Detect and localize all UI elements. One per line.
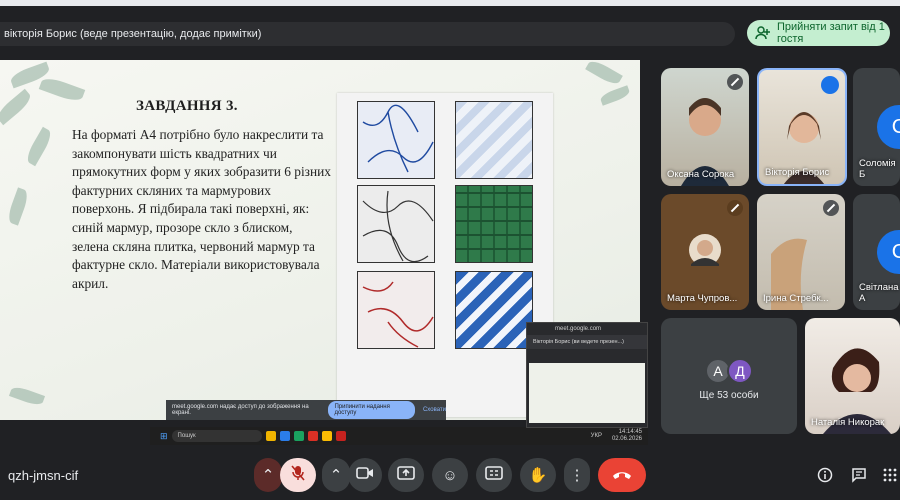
meeting-code-text: qzh-jmsn-cif: [8, 468, 79, 483]
striped-glass-tile: [455, 271, 533, 349]
edge-icon[interactable]: [279, 431, 290, 441]
mini-window-preview: [529, 363, 645, 423]
mini-window-url: meet.google.com: [555, 326, 602, 332]
meeting-code[interactable]: qzh-jmsn-cif: [8, 468, 78, 483]
blue-marble-tile: [357, 101, 435, 179]
chrome-icon[interactable]: [321, 431, 332, 441]
chat-icon[interactable]: [850, 466, 868, 484]
app-icon[interactable]: [307, 431, 318, 441]
leave-call-button[interactable]: [598, 458, 646, 492]
share-banner-text: meet.google.com надає доступ до зображен…: [172, 404, 309, 416]
participant-name: Наталія Никорак: [811, 417, 885, 428]
mini-window-presenter: Вікторія Борис (ви ведете презен...): [527, 335, 647, 349]
participant-avatar: С: [877, 105, 900, 149]
end-call-icon: [612, 467, 632, 484]
participant-name: Ірина Стребк...: [763, 293, 829, 304]
microphone-toggle-button[interactable]: [280, 458, 316, 492]
taskbar-search-label: Пошук: [177, 433, 196, 439]
hide-banner-button[interactable]: Сховати: [423, 407, 446, 413]
participant-name: Світлана А: [859, 282, 899, 304]
participant-tile[interactable]: Наталія Никорак: [805, 318, 900, 434]
taskbar-search[interactable]: Пошук: [171, 430, 262, 442]
present-screen-button[interactable]: [388, 458, 424, 492]
shared-screen: ЗАВДАННЯ 3. На форматі А4 потрібно було …: [0, 60, 648, 448]
captions-icon: [485, 466, 503, 484]
more-participants-tile[interactable]: А Д Ще 53 особи: [661, 318, 797, 434]
screen-share-banner: meet.google.com надає доступ до зображен…: [166, 400, 446, 420]
slide-title: ЗАВДАННЯ 3.: [136, 98, 238, 114]
leaf-decoration: [8, 384, 46, 408]
participant-name: Оксана Сорока: [667, 169, 735, 180]
meeting-details-icon[interactable]: [816, 466, 834, 484]
raise-hand-button[interactable]: ✋: [520, 458, 556, 492]
hand-icon: ✋: [528, 467, 548, 484]
participant-tile[interactable]: С Світлана А: [853, 194, 900, 310]
green-glass-tile: [455, 185, 533, 263]
artwork-photo: [337, 93, 553, 417]
chevron-up-icon: ⌃: [261, 467, 275, 484]
mic-off-icon: [290, 464, 306, 486]
participant-name: Марта Чупров...: [667, 293, 738, 304]
language-indicator[interactable]: УКР: [591, 433, 602, 439]
camera-icon: [356, 466, 374, 484]
leaf-decoration: [585, 60, 623, 88]
reactions-button[interactable]: ☺: [432, 458, 468, 492]
chevron-up-icon: ⌃: [329, 467, 343, 484]
mic-options-button[interactable]: ⌃: [254, 458, 282, 492]
participant-tile[interactable]: С Соломія Б: [853, 68, 900, 186]
participant-tile[interactable]: Оксана Сорока: [661, 68, 749, 186]
accept-guest-request-label: Прийняти запит від 1 гостя: [777, 21, 885, 45]
stop-sharing-button[interactable]: Припинити надання доступу: [328, 401, 415, 419]
captions-button[interactable]: [476, 458, 512, 492]
more-vert-icon: ⋮: [569, 467, 585, 484]
textured-glass-tile: [357, 185, 435, 263]
add-person-icon: [755, 25, 771, 41]
mini-meet-window[interactable]: meet.google.com Вікторія Борис (ви ведет…: [526, 322, 648, 428]
leaf-decoration: [0, 88, 34, 126]
leaf-decoration: [599, 85, 631, 106]
emoji-icon: ☺: [442, 466, 458, 484]
others-avatar: Д: [727, 358, 753, 384]
participant-name: Вікторія Борис: [765, 167, 830, 178]
folder-icon[interactable]: [265, 431, 276, 441]
participant-tile[interactable]: Ірина Стребк...: [757, 194, 845, 310]
leaf-decoration: [38, 74, 86, 105]
taskbar-time: 14:14:45: [618, 429, 642, 435]
browser-top-strip: [0, 0, 900, 6]
windows-start-icon[interactable]: ⊞: [160, 431, 168, 442]
participant-tile-active[interactable]: Вікторія Борис: [757, 68, 847, 186]
presenter-banner: вікторія Борис (веде презентацію, додає …: [0, 22, 735, 46]
camera-toggle-button[interactable]: [348, 458, 382, 492]
red-marble-tile: [357, 271, 435, 349]
meeting-controls-bar: qzh-jmsn-cif ⌃ ⌃ ☺ ✋ ⋮: [0, 452, 900, 500]
windows-taskbar: ⊞ Пошук УКР 14:14:45 02.06.2026: [150, 427, 648, 445]
present-screen-icon: [397, 466, 415, 484]
app-icon[interactable]: [335, 431, 346, 441]
participant-name: Соломія Б: [859, 158, 896, 180]
taskbar-clock[interactable]: 14:14:45 02.06.2026: [612, 429, 642, 443]
camera-options-button[interactable]: ⌃: [322, 458, 350, 492]
slide-body-text: На форматі А4 потрібно було накреслити т…: [72, 127, 331, 291]
more-options-button[interactable]: ⋮: [564, 458, 590, 492]
others-count-label: Ще 53 особи: [699, 390, 759, 401]
app-icon[interactable]: [293, 431, 304, 441]
participant-avatar: С: [877, 230, 900, 274]
participant-tile[interactable]: Марта Чупров...: [661, 194, 749, 310]
leaf-decoration: [5, 187, 31, 226]
glass-shine-tile: [455, 101, 533, 179]
taskbar-date: 02.06.2026: [611, 436, 642, 442]
activities-icon[interactable]: [882, 466, 898, 484]
presenter-banner-text: вікторія Борис (веде презентацію, додає …: [4, 28, 262, 40]
accept-guest-request-button[interactable]: Прийняти запит від 1 гостя: [747, 20, 890, 46]
leaf-decoration: [23, 126, 55, 167]
